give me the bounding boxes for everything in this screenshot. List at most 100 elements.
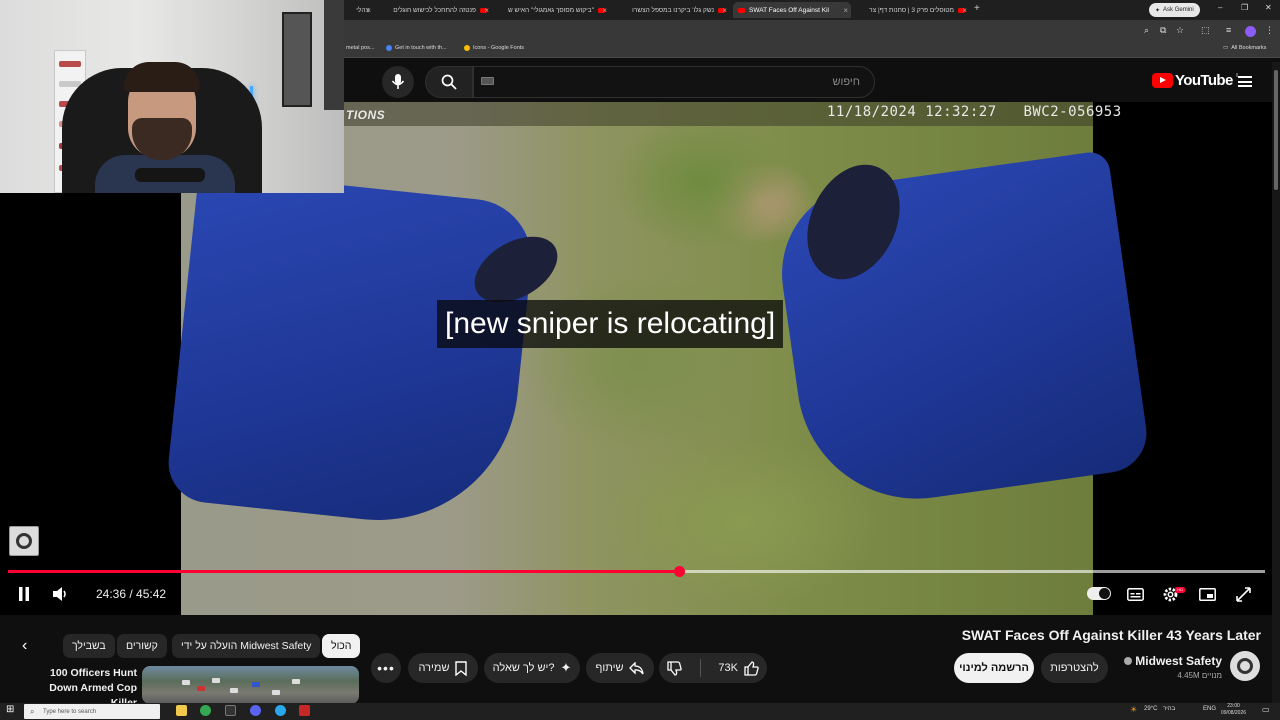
chip-label: הועלה על ידי Midwest Safety [181,640,312,652]
ask-question-button[interactable]: יש לך שאלה? ✦ [484,653,580,683]
voice-search-button[interactable] [382,66,414,98]
verified-icon [1124,657,1133,665]
app-icon[interactable] [225,705,236,716]
close-icon[interactable]: × [962,6,967,15]
clock-time: 23:00 [1227,703,1240,709]
search-button[interactable] [425,66,473,98]
extensions-icon[interactable]: ⬚ [1201,25,1210,36]
bookmark-item[interactable]: metal pos... [346,45,374,51]
weather-icon: ☀ [1130,705,1138,714]
language-indicator[interactable]: ENG [1203,706,1216,712]
search-field[interactable] [473,66,875,98]
chip-related[interactable]: קשורים [117,634,167,658]
windows-start-icon[interactable]: ⊞ [6,704,17,715]
recommendation-thumbnail[interactable] [142,666,359,704]
subtitles-icon [1126,587,1144,601]
ask-gemini-button[interactable]: ✦ Ask Gemini [1149,3,1200,17]
chip-label: הכול [331,640,352,652]
close-icon[interactable]: × [722,6,727,15]
channel-avatar[interactable] [1230,651,1260,681]
install-app-icon[interactable]: ⧉ [1160,25,1166,36]
chrome-menu-icon[interactable]: ⋮ [1265,25,1274,36]
chip-for-you[interactable]: בשבילך [63,634,115,658]
close-icon[interactable]: × [602,6,607,15]
media-icon[interactable]: ≡ [1226,25,1231,35]
like-button[interactable]: 73K [718,660,759,676]
subscribe-button[interactable]: הרשמה למינוי [954,653,1034,683]
profile-avatar[interactable] [1245,26,1256,37]
subscribe-label: הרשמה למינוי [959,662,1029,674]
youtube-play-icon [1152,73,1173,88]
close-icon[interactable]: × [843,6,848,15]
maximize-icon[interactable]: ❐ [1241,3,1248,12]
chrome-icon[interactable] [200,705,211,716]
folder-icon: ▭ [1223,45,1229,51]
volume-button[interactable] [52,585,70,603]
bookmark-item[interactable]: Get in touch with th... [386,45,447,51]
channel-watermark[interactable] [9,526,39,556]
minimize-icon[interactable]: – [1218,3,1222,12]
bookmark-label: Icons - Google Fonts [473,45,525,51]
bookmark-icon [455,660,468,676]
like-dislike-group: 73K [659,653,767,683]
more-actions-button[interactable]: ••• [371,653,401,683]
share-icon [629,661,645,675]
pause-button[interactable] [16,585,32,603]
miniplayer-button[interactable] [1198,585,1216,603]
bodycam-timestamp: 11/18/2024 12:32:27 BWC2-056953 [827,104,1122,120]
discord-icon[interactable] [250,705,261,716]
subscriber-count: 4.45M מנויים [1177,671,1222,680]
browser-tab[interactable]: צהלי × [344,2,374,18]
browser-tab[interactable]: "ביקוש מסוסך גאמגולי" האיש ש × [494,2,610,18]
chip-all[interactable]: הכול [322,634,361,658]
menu-icon[interactable] [1238,76,1252,87]
tab-label: SWAT Faces Off Against Kil [749,6,829,14]
join-button[interactable]: להצטרפות [1041,653,1108,683]
new-tab-icon[interactable]: + [974,3,980,14]
browser-tab-active[interactable]: SWAT Faces Off Against Kil × [733,2,851,18]
save-label: שמירה [418,662,450,674]
youtube-wordmark: YouTube [1175,72,1233,89]
notification-icon[interactable]: ▭ [1262,705,1270,714]
fullscreen-button[interactable] [1234,585,1252,603]
browser-tab[interactable]: פנטזה להתחכל לכישוש חוגלים × [376,2,492,18]
bookmark-star-icon[interactable]: ☆ [1176,25,1184,36]
chevron-left-icon[interactable]: ‹ [22,637,27,655]
telegram-icon[interactable] [275,705,286,716]
played-bar [8,570,680,573]
browser-tab[interactable]: מטוסלים פרק 3 | סחנות דף| צר × [852,2,970,18]
search-icon [441,74,457,90]
clock[interactable]: 23:00 09/08/2026 [1221,703,1246,717]
dislike-button[interactable] [667,660,682,676]
taskbar [0,703,1280,720]
wall-poster [324,0,344,110]
close-icon[interactable]: × [484,6,489,15]
caption-text: [new sniper is relocating] [445,307,776,340]
progress-bar[interactable] [8,570,1265,573]
channel-name[interactable]: Midwest Safety [1124,654,1222,668]
all-bookmarks-button[interactable]: ▭ All Bookmarks [1223,45,1266,51]
keyboard-icon[interactable] [481,77,494,85]
join-label: להצטרפות [1050,662,1099,674]
time-display: 24:36 / 45:42 [96,587,167,601]
miniplayer-icon [1198,587,1216,601]
app-icon[interactable] [299,705,310,716]
subtitles-button[interactable] [1126,585,1144,603]
file-explorer-icon[interactable] [176,705,187,716]
window-close-icon[interactable]: ✕ [1265,3,1272,12]
chip-uploaded-by[interactable]: הועלה על ידי Midwest Safety [172,634,321,658]
autoplay-toggle[interactable] [1087,587,1111,600]
scrollbar-thumb[interactable] [1274,70,1278,190]
taskbar-search[interactable]: ⌕ Type here to search [24,704,160,719]
save-button[interactable]: שמירה [408,653,478,683]
share-button[interactable]: שיתוף [586,653,654,683]
browser-tab[interactable]: נשק גלו' ביקרנו במספל הצשרו × [612,2,730,18]
weather-temp[interactable]: 29°C [1144,706,1157,712]
youtube-logo[interactable]: YouTube IL [1152,72,1240,89]
zoom-icon[interactable]: ⌕ [1144,25,1149,36]
search-input[interactable] [474,67,874,97]
close-icon[interactable]: × [366,6,371,15]
wall-poster [282,12,312,107]
chip-label: קשורים [126,640,158,652]
bookmark-item[interactable]: Icons - Google Fonts [464,45,524,51]
